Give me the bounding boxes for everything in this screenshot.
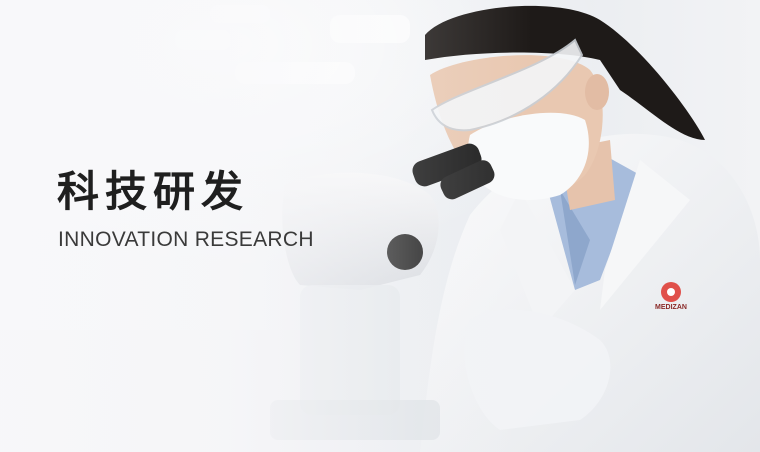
coat-logo: MEDIZAN [652,282,690,311]
left-fade-overlay [0,0,760,452]
hero-banner: MEDIZAN 科技研发 INNOVATION RESEARCH [0,0,760,452]
banner-subtitle: INNOVATION RESEARCH [58,228,314,251]
brand-logo-text: MEDIZAN [655,304,687,311]
banner-title: 科技研发 [57,167,250,216]
brand-logo-icon [661,282,681,302]
